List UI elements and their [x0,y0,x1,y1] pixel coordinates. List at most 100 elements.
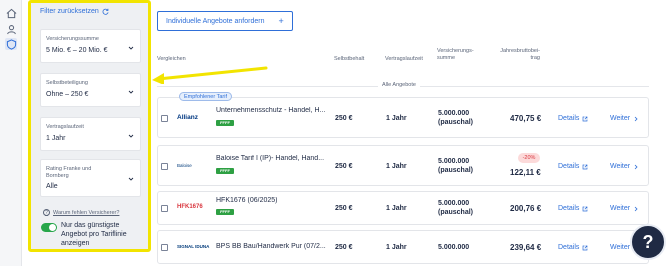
rating-badge: FFFF [216,168,234,174]
filter-deductible-value: Ohne – 250 € [46,91,89,98]
filter-deductible[interactable]: Selbstbeteiligung Ohne – 250 € [40,73,141,107]
col-deductible: Selbstbehalt [334,56,365,62]
insurer-logo-text: SIGNAL IDUNA [177,244,210,249]
col-sum-insured: Versicherungs- summe [437,48,474,61]
chevron-down-icon [128,134,134,138]
filter-rating[interactable]: Rating Franke und Bornberg Alle [40,159,141,197]
premium-value: 470,75 € [510,114,542,123]
sum-insured-note: (pauschal) [438,209,474,216]
tariff-name: Unternehmensschutz - Handel, H... [216,107,326,114]
next-link[interactable]: Weiter [610,205,639,212]
insurer-logo: SIGNAL IDUNA [177,244,209,249]
filter-contract-term[interactable]: Vertragslaufzeit 1 Jahr [40,117,141,151]
tariff-name: HFK1676 (06/2025) [216,197,278,204]
next-label: Weiter [610,163,631,170]
sum-insured-value: 5.000.000 [438,244,469,251]
left-rail [0,0,22,266]
home-icon[interactable] [5,7,17,19]
sum-insured-amount: 5.000.000 [438,158,470,165]
details-link[interactable]: Details [558,163,588,170]
shield-icon[interactable] [5,38,17,50]
cheapest-only-label: Nur das günstigste Angebot pro Tariflini… [61,222,127,247]
details-label: Details [558,115,580,122]
term-value: 1 Jahr [386,163,407,170]
reset-filters-link[interactable]: Filter zurücksetzen [40,8,109,15]
insurer-logo-text: Allianz [177,114,198,121]
details-link[interactable]: Details [558,244,588,251]
compare-checkbox[interactable] [161,205,168,212]
compare-checkbox[interactable] [161,244,168,251]
filter-sum-insured[interactable]: Versicherungssumme 5 Mio. € – 20 Mio. € [40,29,141,63]
compare-checkbox[interactable] [161,115,168,122]
details-label: Details [558,205,580,212]
premium-value: 122,11 € [510,168,541,177]
next-link[interactable]: Weiter [610,163,639,170]
tariff-name: Baloise Tarif I (IP)- Handel, Hand... [216,155,325,162]
external-link-icon [583,164,588,169]
next-label: Weiter [610,115,631,122]
col-premium: Jahresbruttobei- trag [500,48,540,61]
missing-insurer-link[interactable]: ? Warum fehlen Versicherer? [43,209,119,216]
filter-sum-insured-value: 5 Mio. € – 20 Mio. € [46,47,108,54]
external-link-icon [583,206,588,211]
deductible-value: 250 € [335,115,353,122]
recommended-badge: Empfohlener Tarif [179,92,233,101]
request-offers-button[interactable]: Individuelle Angebote anfordern + [157,11,293,31]
details-link[interactable]: Details [558,115,588,122]
sum-insured-value: 5.000.000 (pauschal) [438,109,473,127]
sum-insured-note: (pauschal) [438,119,474,126]
next-label: Weiter [610,244,631,251]
sum-insured-value: 5.000.000 (pauschal) [438,157,473,175]
insurer-logo: Baloise [177,163,192,168]
premium-value: 200,76 € [510,204,542,213]
app-root: Filter zurücksetzen Versicherungssumme 5… [0,0,670,266]
annotation-arrow [152,66,268,84]
offer-row-baloise: Baloise Baloise Tarif I (IP)- Handel, Ha… [157,145,649,186]
missing-insurer-label: Warum fehlen Versicherer? [53,209,120,216]
sum-insured-amount: 5.000.000 [438,200,470,207]
details-link[interactable]: Details [558,205,588,212]
sum-insured-amount: 5.000.000 [438,110,470,117]
premium-value: 239,64 € [510,243,542,252]
next-label: Weiter [610,205,631,212]
refresh-icon [102,8,109,15]
filter-deductible-label: Selbstbeteiligung [46,80,88,86]
sum-insured-note: (pauschal) [438,167,474,174]
help-button[interactable]: ? [630,224,666,260]
term-value: 1 Jahr [386,205,407,212]
deductible-value: 250 € [335,163,353,170]
deductible-value: 250 € [335,205,353,212]
filter-contract-term-label: Vertragslaufzeit [46,124,84,130]
details-label: Details [558,244,580,251]
chevron-down-icon [128,177,134,181]
sum-insured-value: 5.000.000 (pauschal) [438,199,473,217]
offer-row-signal-iduna: SIGNAL IDUNA BPS BB Bau/Handwerk Pur (07… [157,230,649,264]
rating-badge: FFFF [216,120,234,126]
chevron-right-icon [634,116,638,121]
rating-badge: FFFF [216,209,234,215]
insurer-logo: Allianz [177,114,198,121]
tariff-name: BPS BB Bau/Handwerk Pur (07/2... [216,243,326,250]
filter-sidebar: Filter zurücksetzen Versicherungssumme 5… [28,0,151,252]
term-value: 1 Jahr [386,244,407,251]
insurer-logo-text: Baloise [177,163,192,168]
external-link-icon [583,245,588,250]
filter-rating-value: Alle [46,183,58,190]
cheapest-only-toggle[interactable] [41,223,57,232]
chevron-down-icon [128,46,134,50]
user-icon[interactable] [5,23,17,35]
filter-rating-label: Rating Franke und Bornberg [46,166,92,179]
col-compare: Vergleichen [157,56,186,62]
section-label: Alle Angebote [378,82,420,88]
reset-filters-label: Filter zurücksetzen [40,8,99,15]
filter-contract-term-value: 1 Jahr [46,135,66,142]
compare-checkbox[interactable] [161,163,168,170]
filter-sum-insured-label: Versicherungssumme [46,36,99,42]
chevron-right-icon [634,164,638,169]
chevron-right-icon [634,206,638,211]
plus-icon: + [278,16,284,26]
next-link[interactable]: Weiter [610,115,639,122]
chevron-down-icon [128,90,134,94]
offer-row-allianz: Empfohlener Tarif Allianz Unternehmenssc… [157,92,649,138]
question-icon: ? [43,209,50,216]
